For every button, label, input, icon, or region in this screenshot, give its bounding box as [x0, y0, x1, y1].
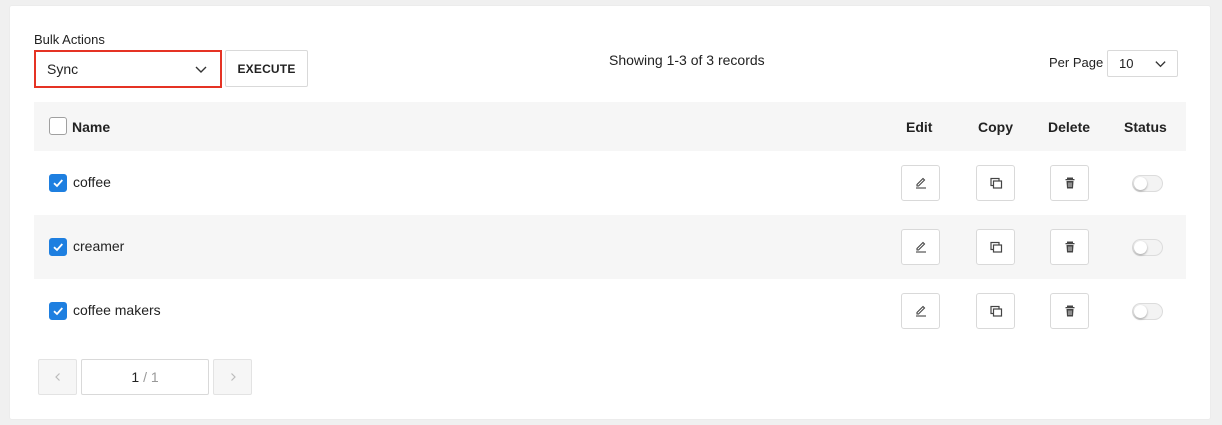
copy-icon	[989, 305, 1002, 317]
copy-button[interactable]	[976, 229, 1015, 265]
copy-icon	[989, 241, 1002, 253]
edit-button[interactable]	[901, 229, 940, 265]
edit-button[interactable]	[901, 165, 940, 201]
toggle-knob	[1134, 177, 1147, 190]
chevron-right-icon	[230, 373, 236, 381]
checkmark-icon	[53, 307, 63, 316]
column-header-edit: Edit	[906, 118, 933, 135]
status-toggle[interactable]	[1132, 303, 1163, 320]
column-header-copy: Copy	[978, 118, 1013, 135]
column-header-name: Name	[72, 118, 111, 135]
toggle-knob	[1134, 241, 1147, 254]
records-card: Bulk Actions Sync EXECUTE Showing 1-3 of…	[10, 6, 1210, 419]
next-page-button[interactable]	[213, 359, 252, 395]
table-row: coffee makers	[34, 279, 1186, 343]
table-header: Name Edit Copy Delete Status	[34, 102, 1186, 151]
pencil-icon	[915, 305, 926, 317]
edit-button[interactable]	[901, 293, 940, 329]
status-toggle[interactable]	[1132, 175, 1163, 192]
checkmark-icon	[53, 243, 63, 252]
table-row: creamer	[34, 215, 1186, 279]
row-name: coffee makers	[73, 302, 161, 318]
delete-button[interactable]	[1050, 229, 1089, 265]
pencil-icon	[915, 241, 926, 253]
row-checkbox[interactable]	[49, 174, 67, 192]
select-all-checkbox[interactable]	[49, 117, 67, 135]
execute-button[interactable]: EXECUTE	[225, 50, 308, 87]
chevron-down-icon	[195, 66, 207, 73]
column-header-delete: Delete	[1048, 118, 1091, 135]
checkmark-icon	[53, 179, 63, 188]
row-name: creamer	[73, 238, 125, 254]
pencil-icon	[915, 177, 926, 189]
table-row: coffee	[34, 151, 1186, 215]
trash-icon	[1065, 305, 1074, 317]
row-checkbox[interactable]	[49, 238, 67, 256]
copy-button[interactable]	[976, 293, 1015, 329]
trash-icon	[1065, 177, 1074, 189]
bulk-actions-select[interactable]: Sync	[34, 50, 222, 88]
total-pages: / 1	[143, 369, 159, 385]
prev-page-button[interactable]	[38, 359, 77, 395]
trash-icon	[1065, 241, 1074, 253]
column-header-status: Status	[1124, 118, 1167, 135]
records-count-text: Showing 1-3 of 3 records	[609, 52, 765, 68]
per-page-select[interactable]: 10	[1107, 50, 1178, 77]
bulk-actions-label: Bulk Actions	[34, 32, 105, 47]
delete-button[interactable]	[1050, 293, 1089, 329]
row-name: coffee	[73, 174, 111, 190]
page-input[interactable]: 1 / 1	[81, 359, 209, 395]
toggle-knob	[1134, 305, 1147, 318]
copy-button[interactable]	[976, 165, 1015, 201]
row-checkbox[interactable]	[49, 302, 67, 320]
delete-button[interactable]	[1050, 165, 1089, 201]
chevron-down-icon	[1155, 61, 1166, 68]
chevron-left-icon	[54, 373, 60, 381]
per-page-value: 10	[1119, 56, 1134, 71]
status-toggle[interactable]	[1132, 239, 1163, 256]
bulk-actions-value: Sync	[47, 61, 79, 77]
copy-icon	[989, 177, 1002, 189]
per-page-label: Per Page	[1049, 55, 1104, 70]
current-page: 1	[131, 369, 140, 385]
